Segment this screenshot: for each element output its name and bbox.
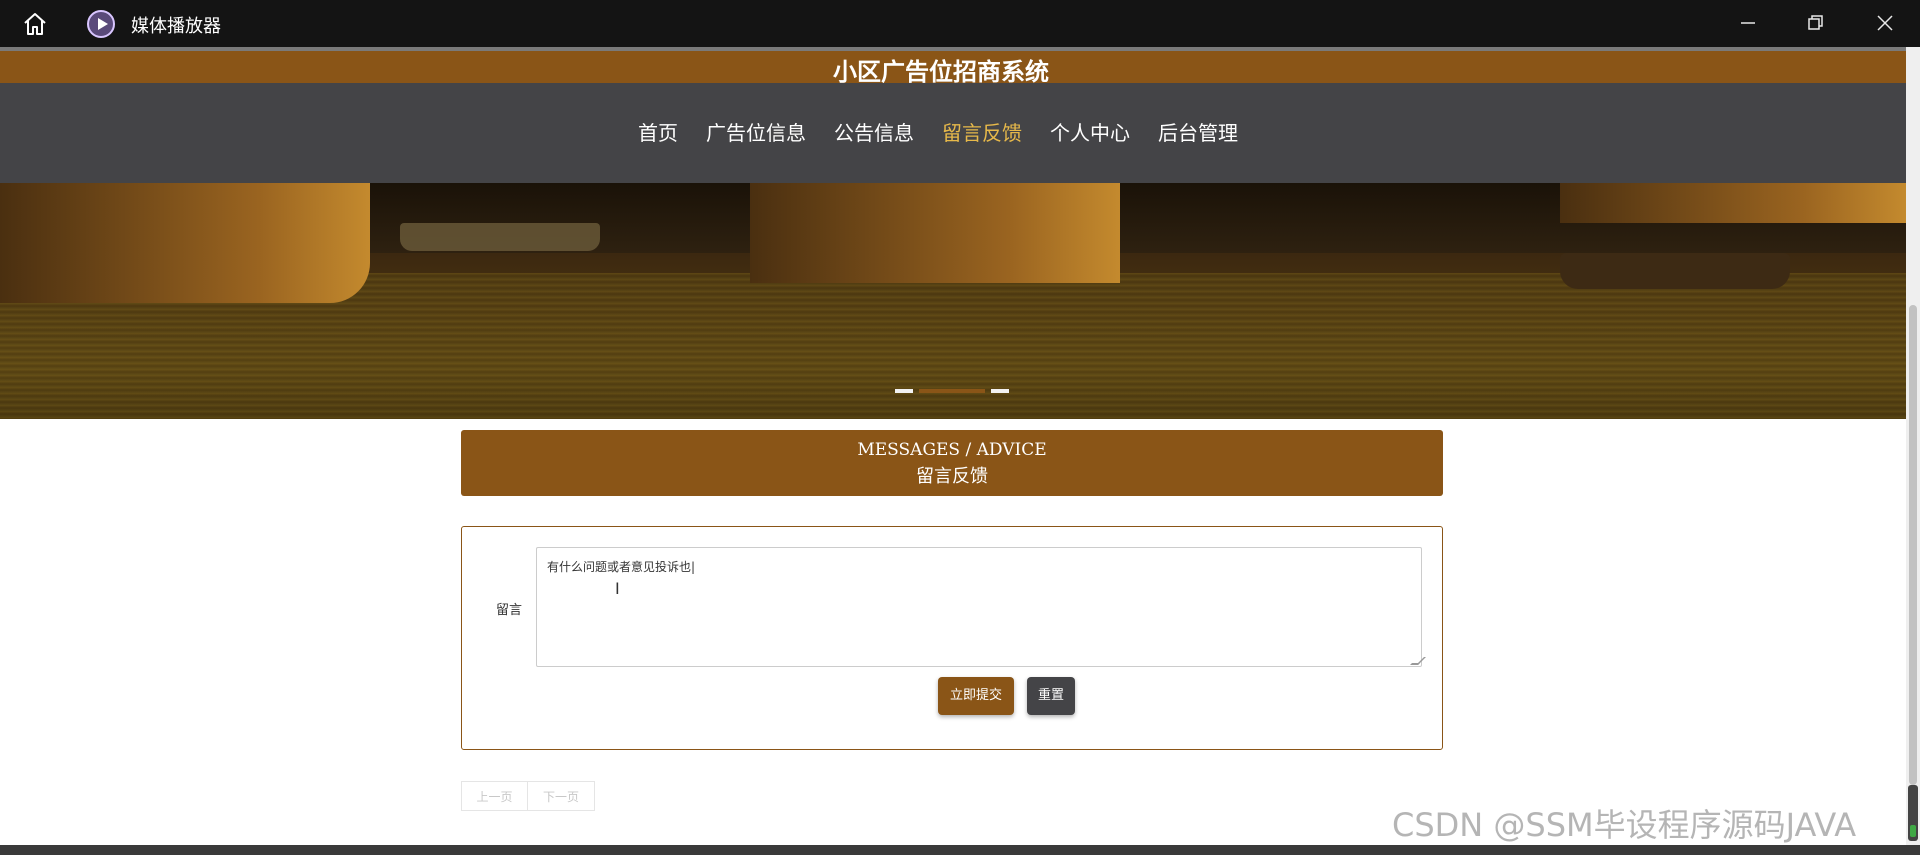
scroll-indicator	[1908, 785, 1918, 841]
nav-item-feedback[interactable]: 留言反馈	[928, 117, 1036, 146]
next-page-button[interactable]: 下一页	[528, 781, 595, 811]
watermark: CSDN @SSM毕设程序源码JAVA	[1392, 806, 1857, 844]
scrollbar[interactable]	[1906, 47, 1920, 845]
banner-carousel	[0, 183, 1906, 419]
site-title: 小区广告位招商系统	[833, 57, 1049, 86]
window-titlebar: 媒体播放器	[0, 0, 1920, 47]
bridge-pier	[0, 183, 370, 303]
message-label: 留言	[496, 603, 523, 618]
nav-item-profile[interactable]: 个人中心	[1036, 117, 1144, 146]
nav-item-ad-space[interactable]: 广告位信息	[692, 117, 820, 146]
bridge-pier	[750, 183, 1120, 283]
text-cursor-icon: I	[615, 579, 620, 598]
bottom-edge	[0, 845, 1920, 855]
section-title-en: MESSAGES / ADVICE	[857, 440, 1047, 460]
media-player-icon	[87, 10, 115, 38]
carousel-indicators	[895, 389, 1009, 393]
site-title-bar: 小区广告位招商系统	[0, 47, 1906, 86]
message-textarea[interactable]: 有什么问题或者意见投诉也|	[536, 547, 1422, 667]
boat	[400, 223, 600, 251]
main-nav: 首页 广告位信息 公告信息 留言反馈 个人中心 后台管理	[0, 83, 1906, 183]
pagination: 上一页 下一页	[461, 781, 595, 811]
close-button[interactable]	[1870, 8, 1900, 38]
window-title: 媒体播放器	[131, 16, 221, 37]
carousel-dot-active[interactable]	[919, 389, 985, 393]
section-title-cn: 留言反馈	[916, 466, 988, 487]
prev-page-button[interactable]: 上一页	[461, 781, 528, 811]
boat	[1560, 253, 1790, 289]
nav-item-home[interactable]: 首页	[624, 117, 692, 146]
restore-button[interactable]	[1800, 8, 1830, 38]
submit-button[interactable]: 立即提交	[938, 677, 1014, 715]
carousel-dot[interactable]	[991, 389, 1009, 393]
message-form: 留言 有什么问题或者意见投诉也| I 立即提交 重置	[461, 526, 1443, 750]
scrollbar-thumb[interactable]	[1909, 305, 1917, 785]
reset-button[interactable]: 重置	[1027, 677, 1075, 715]
minimize-button[interactable]	[1733, 8, 1763, 38]
section-heading: MESSAGES / ADVICE 留言反馈	[461, 430, 1443, 496]
bridge-pier	[1560, 183, 1906, 223]
nav-item-admin[interactable]: 后台管理	[1144, 117, 1252, 146]
home-icon[interactable]	[22, 11, 48, 37]
nav-item-announcements[interactable]: 公告信息	[820, 117, 928, 146]
carousel-dot[interactable]	[895, 389, 913, 393]
nav-menu: 首页 广告位信息 公告信息 留言反馈 个人中心 后台管理	[624, 117, 1252, 146]
